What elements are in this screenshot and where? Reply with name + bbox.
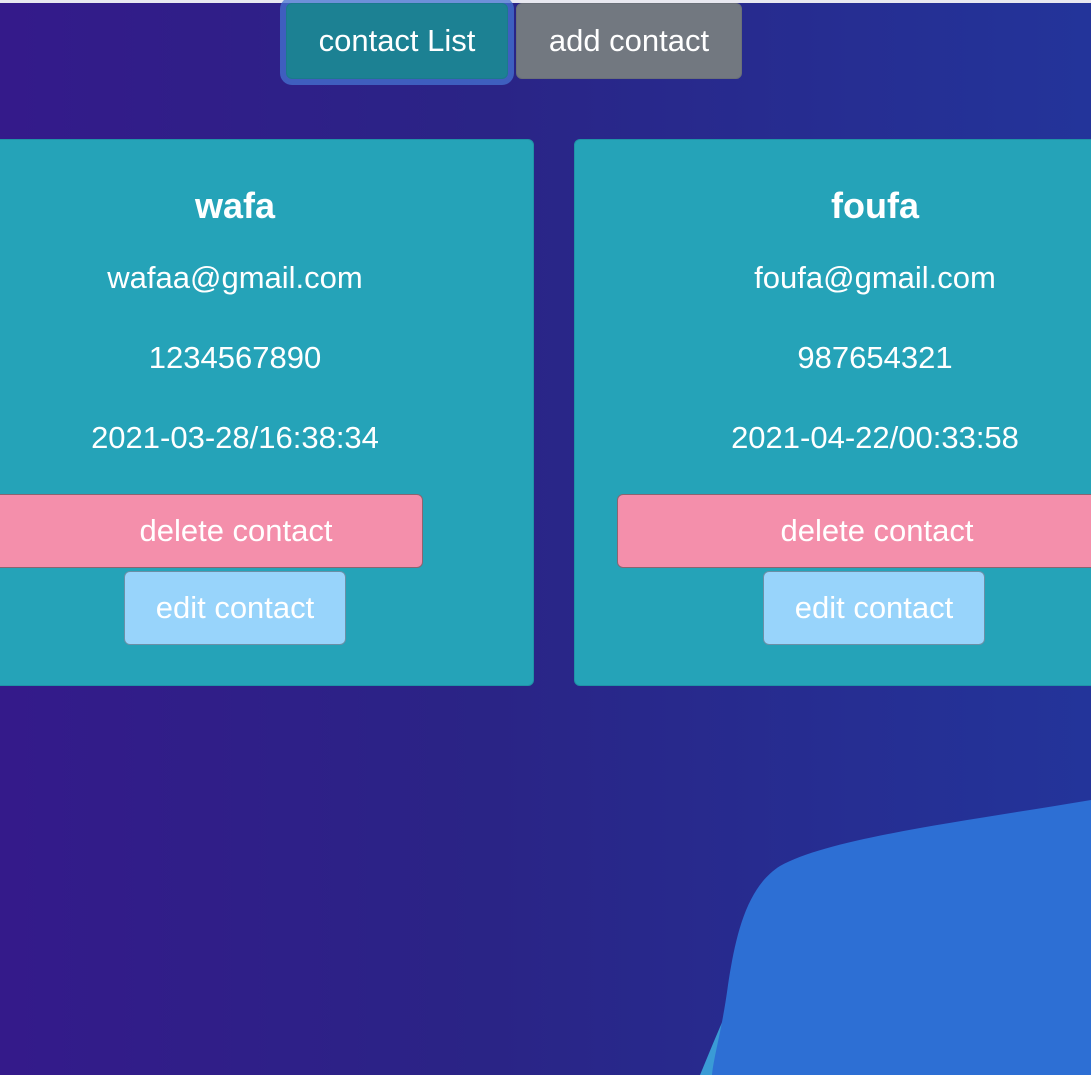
contact-date: 2021-04-22/00:33:58 [731,420,1019,455]
contact-name: wafa [194,185,276,226]
contact-phone: 987654321 [797,340,953,375]
add-contact-button[interactable]: add contact [516,3,742,79]
app-page: contact List add contact wafa wafaa@gmai… [0,0,1091,1075]
contact-phone: 1234567890 [148,340,322,375]
contact-email: foufa@gmail.com [754,260,996,295]
edit-contact-button[interactable]: edit contact [763,571,985,645]
contact-date: 2021-03-28/16:38:34 [91,420,379,455]
contact-card: foufa foufa@gmail.com 987654321 2021-04-… [574,139,1091,686]
delete-contact-button[interactable]: delete contact [617,494,1091,568]
contact-list-button[interactable]: contact List [286,3,508,79]
top-navigation: contact List add contact [286,3,742,79]
contact-email: wafaa@gmail.com [107,260,363,295]
contact-card: wafa wafaa@gmail.com 1234567890 2021-03-… [0,139,534,686]
delete-contact-button[interactable]: delete contact [0,494,423,568]
edit-contact-button[interactable]: edit contact [124,571,346,645]
contact-name: foufa [831,185,919,226]
background-wave-main [712,800,1091,1075]
